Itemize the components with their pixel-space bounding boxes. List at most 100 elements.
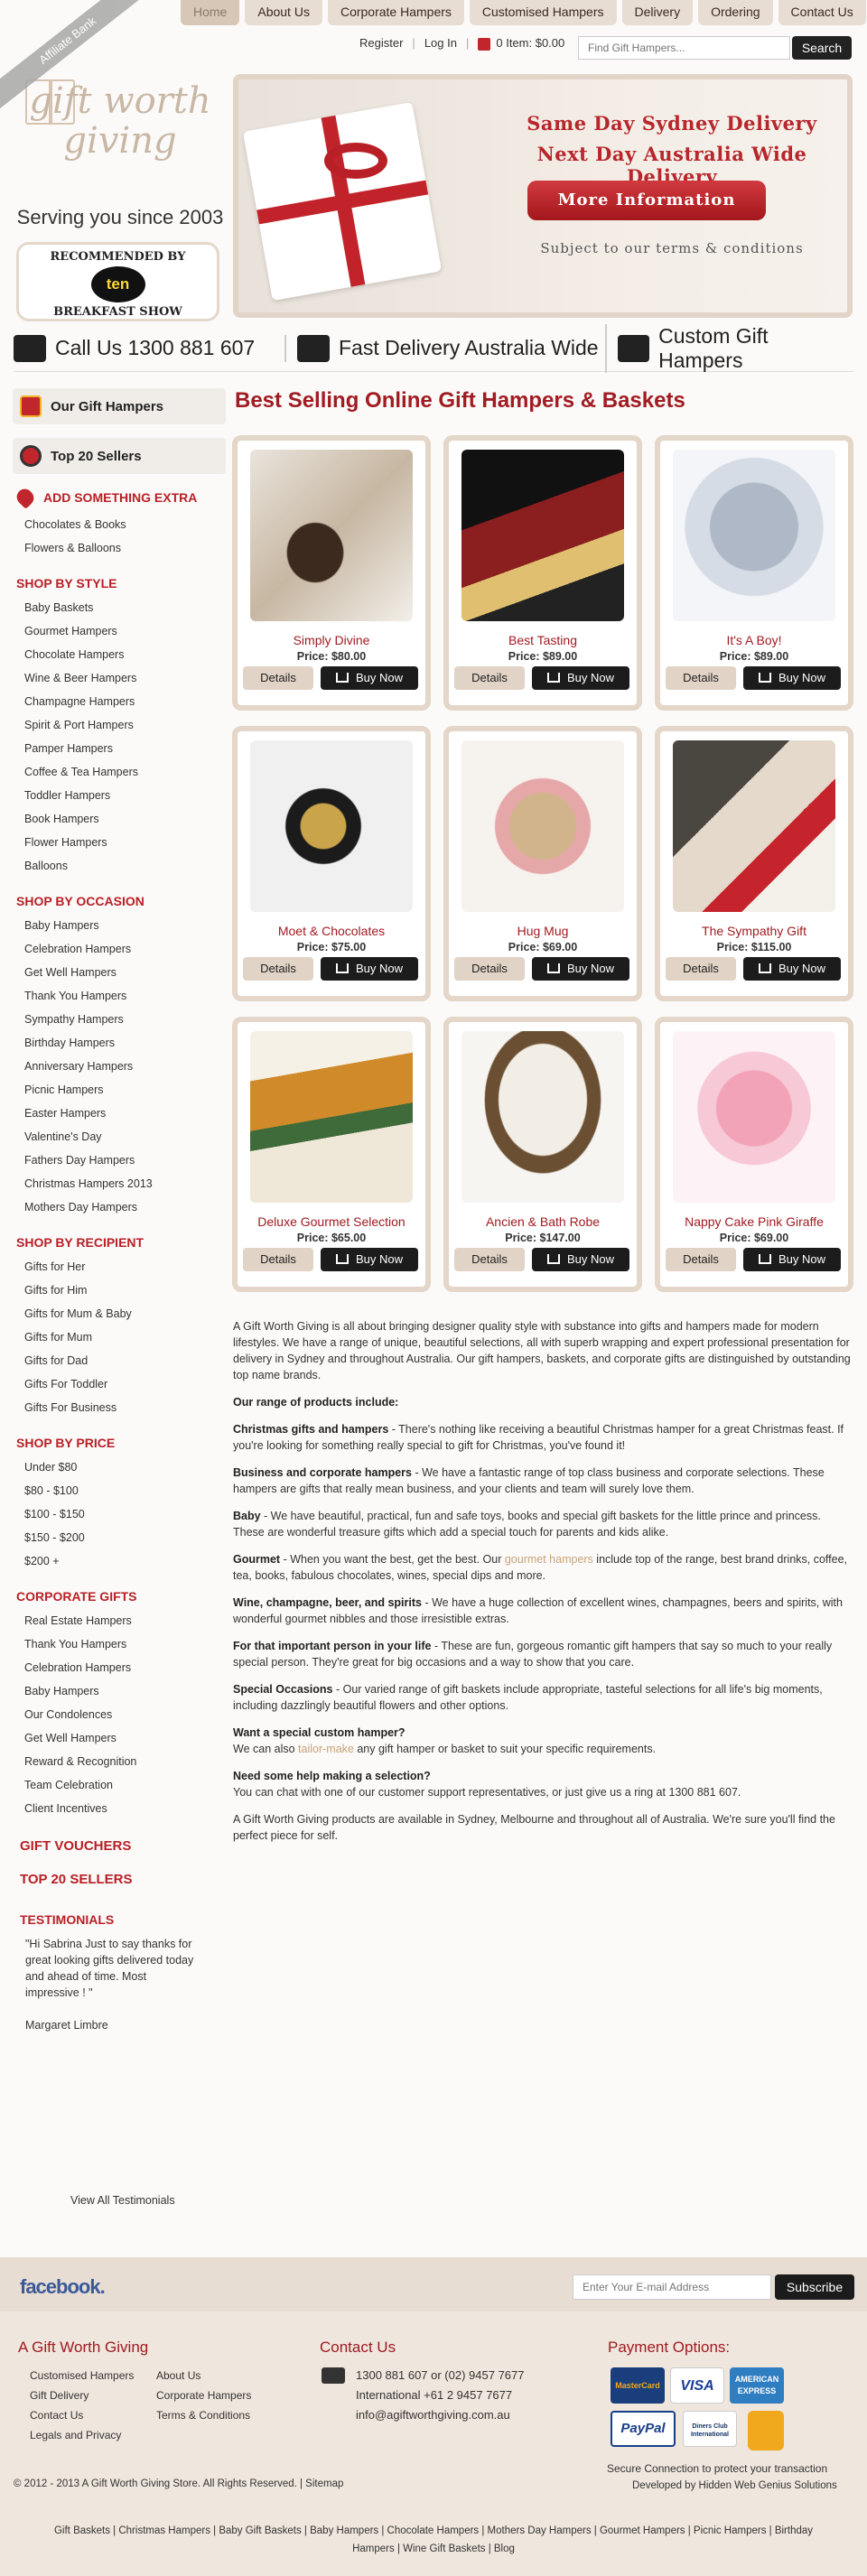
details-button[interactable]: Details: [666, 957, 736, 981]
sidebar-item[interactable]: $80 - $100: [13, 1479, 226, 1502]
sidebar-item[interactable]: Birthday Hampers: [13, 1031, 226, 1055]
hero-banner[interactable]: Same Day Sydney Delivery Next Day Austra…: [233, 74, 853, 318]
sidebar-item[interactable]: $200 +: [13, 1549, 226, 1573]
sidebar-item[interactable]: Client Incentives: [13, 1797, 226, 1820]
sidebar-item[interactable]: Sympathy Hampers: [13, 1008, 226, 1031]
product-name[interactable]: Best Tasting: [449, 633, 637, 647]
product-name[interactable]: Simply Divine: [238, 633, 425, 647]
cart-summary[interactable]: 0 Item: $0.00: [478, 36, 564, 51]
product-card[interactable]: Best Tasting Price: $89.00 Details Buy N…: [443, 435, 642, 711]
sidebar-item[interactable]: Wine & Beer Hampers: [13, 666, 226, 690]
site-logo[interactable]: gift worth giving Serving you since 2003: [16, 54, 223, 235]
product-name[interactable]: Hug Mug: [449, 924, 637, 938]
sidebar-item[interactable]: Gourmet Hampers: [13, 619, 226, 643]
sidebar-item[interactable]: Balloons: [13, 854, 226, 878]
footer-link[interactable]: Contact Us: [30, 2405, 134, 2425]
details-button[interactable]: Details: [454, 666, 525, 690]
product-name[interactable]: It's A Boy!: [660, 633, 848, 647]
product-name[interactable]: The Sympathy Gift: [660, 924, 848, 938]
buy-now-button[interactable]: Buy Now: [321, 666, 418, 690]
sidebar-item[interactable]: Under $80: [13, 1455, 226, 1479]
nav-ordering[interactable]: Ordering: [698, 0, 773, 25]
product-image[interactable]: [461, 1031, 624, 1203]
product-image[interactable]: [250, 1031, 413, 1203]
footer-link[interactable]: Customised Hampers: [30, 2366, 134, 2385]
product-image[interactable]: [673, 1031, 835, 1203]
details-button[interactable]: Details: [454, 1248, 525, 1271]
sidebar-tab-top-20[interactable]: Top 20 Sellers: [13, 438, 226, 474]
sidebar-tab-our-gift-hampers[interactable]: Our Gift Hampers: [13, 388, 226, 424]
sidebar-item[interactable]: Anniversary Hampers: [13, 1055, 226, 1078]
search-button[interactable]: Search: [792, 36, 852, 60]
sidebar-item[interactable]: Picnic Hampers: [13, 1078, 226, 1102]
sidebar-item[interactable]: Get Well Hampers: [13, 961, 226, 984]
product-card[interactable]: Nappy Cake Pink Giraffe Price: $69.00 De…: [655, 1017, 853, 1292]
sidebar-item[interactable]: Pamper Hampers: [13, 737, 226, 760]
buy-now-button[interactable]: Buy Now: [532, 957, 629, 981]
sidebar-item[interactable]: Chocolate Hampers: [13, 643, 226, 666]
footer-intl-phone[interactable]: International +61 2 9457 7677: [356, 2385, 525, 2405]
details-button[interactable]: Details: [454, 957, 525, 981]
sidebar-item[interactable]: Gifts for Dad: [13, 1349, 226, 1372]
buy-now-button[interactable]: Buy Now: [743, 957, 841, 981]
product-card[interactable]: The Sympathy Gift Price: $115.00 Details…: [655, 726, 853, 1001]
footer-phone[interactable]: 1300 881 607 or (02) 9457 7677: [356, 2366, 525, 2385]
buy-now-button[interactable]: Buy Now: [532, 666, 629, 690]
sidebar-item[interactable]: Team Celebration: [13, 1773, 226, 1797]
subscribe-button[interactable]: Subscribe: [775, 2274, 854, 2300]
sidebar-item[interactable]: Get Well Hampers: [13, 1726, 226, 1750]
buy-now-button[interactable]: Buy Now: [321, 957, 418, 981]
footer-email[interactable]: info@agiftworthgiving.com.au: [356, 2405, 525, 2425]
nav-about-us[interactable]: About Us: [245, 0, 322, 25]
sidebar-item[interactable]: Thank You Hampers: [13, 984, 226, 1008]
product-card[interactable]: Simply Divine Price: $80.00 Details Buy …: [232, 435, 431, 711]
sidebar-item[interactable]: Spirit & Port Hampers: [13, 713, 226, 737]
details-button[interactable]: Details: [243, 1248, 313, 1271]
gourmet-hampers-link[interactable]: gourmet hampers: [505, 1553, 593, 1566]
sidebar-item[interactable]: Thank You Hampers: [13, 1632, 226, 1656]
sidebar-item[interactable]: $100 - $150: [13, 1502, 226, 1526]
sidebar-item[interactable]: Christmas Hampers 2013: [13, 1172, 226, 1195]
view-all-testimonials-link[interactable]: View All Testimonials: [70, 2194, 175, 2207]
product-name[interactable]: Nappy Cake Pink Giraffe: [660, 1214, 848, 1229]
product-name[interactable]: Moet & Chocolates: [238, 924, 425, 938]
sidebar-item[interactable]: Book Hampers: [13, 807, 226, 831]
footer-link[interactable]: Corporate Hampers: [156, 2385, 251, 2405]
product-card[interactable]: It's A Boy! Price: $89.00 Details Buy No…: [655, 435, 853, 711]
sidebar-item[interactable]: Gifts for Him: [13, 1279, 226, 1302]
sidebar-item[interactable]: Gifts For Business: [13, 1396, 226, 1419]
buy-now-button[interactable]: Buy Now: [321, 1248, 418, 1271]
footer-link[interactable]: Legals and Privacy: [30, 2425, 134, 2445]
sidebar-item[interactable]: Flowers & Balloons: [13, 536, 226, 560]
more-information-button[interactable]: More Information: [527, 181, 766, 220]
email-input[interactable]: [573, 2274, 771, 2300]
product-card[interactable]: Ancien & Bath Robe Price: $147.00 Detail…: [443, 1017, 642, 1292]
search-input[interactable]: [578, 36, 790, 60]
top-20-sellers-link[interactable]: TOP 20 SELLERS: [20, 1872, 226, 1887]
sidebar-item[interactable]: Our Condolences: [13, 1703, 226, 1726]
product-card[interactable]: Deluxe Gourmet Selection Price: $65.00 D…: [232, 1017, 431, 1292]
sidebar-item[interactable]: Flower Hampers: [13, 831, 226, 854]
sidebar-item[interactable]: Celebration Hampers: [13, 1656, 226, 1679]
sidebar-item[interactable]: Gifts for Her: [13, 1255, 226, 1279]
sidebar-item[interactable]: Valentine's Day: [13, 1125, 226, 1149]
product-image[interactable]: [461, 450, 624, 621]
footer-link[interactable]: Gift Delivery: [30, 2385, 134, 2405]
developer-credit[interactable]: Developed by Hidden Web Genius Solutions: [632, 2480, 837, 2491]
buy-now-button[interactable]: Buy Now: [743, 666, 841, 690]
sidebar-item[interactable]: $150 - $200: [13, 1526, 226, 1549]
sidebar-item[interactable]: Gifts for Mum & Baby: [13, 1302, 226, 1325]
sidebar-item[interactable]: Reward & Recognition: [13, 1750, 226, 1773]
product-image[interactable]: [673, 450, 835, 621]
sidebar-item[interactable]: Gifts for Mum: [13, 1325, 226, 1349]
sidebar-item[interactable]: Champagne Hampers: [13, 690, 226, 713]
buy-now-button[interactable]: Buy Now: [532, 1248, 629, 1271]
facebook-link[interactable]: facebook.: [20, 2275, 106, 2299]
product-image[interactable]: [250, 740, 413, 912]
sidebar-item[interactable]: Coffee & Tea Hampers: [13, 760, 226, 784]
register-link[interactable]: Register: [359, 36, 403, 50]
details-button[interactable]: Details: [666, 666, 736, 690]
sidebar-item[interactable]: Celebration Hampers: [13, 937, 226, 961]
sidebar-item[interactable]: Baby Hampers: [13, 1679, 226, 1703]
sidebar-item[interactable]: Easter Hampers: [13, 1102, 226, 1125]
